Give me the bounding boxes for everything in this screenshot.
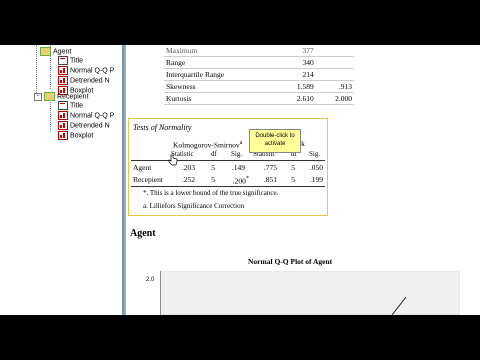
row-label-agent: Agent [133, 163, 152, 172]
output-contents: Maximum 377 Range 340 Interquartile Rang… [126, 45, 480, 315]
nav-label: Normal Q-Q P [70, 67, 115, 75]
tree-connector [50, 99, 51, 131]
col-header-df: df [211, 150, 217, 158]
ks-df: 5 [211, 175, 215, 184]
statistic-cell: 214 [277, 68, 316, 81]
ks-sig: .149 [231, 163, 245, 172]
normal-qq-plot[interactable] [160, 271, 460, 315]
nav-label: Title [70, 102, 83, 110]
sw-sig: .199 [309, 175, 323, 184]
nav-label: Recepient [57, 93, 89, 101]
row-label: Maximum [164, 45, 278, 57]
row-label: Interquartile Range [164, 68, 278, 81]
footnote-a: a. Lilliefors Significance Correction [143, 202, 245, 210]
title-icon [58, 56, 68, 65]
col-header-sig: Sig. [231, 150, 243, 158]
ks-sig-value: .200 [232, 176, 246, 186]
y-tick-label: 2.0 [146, 277, 155, 283]
spss-output-viewer: Agent Title Normal Q-Q P Detrended N Box… [0, 45, 480, 315]
activate-tooltip: Double-click to activate [249, 129, 301, 153]
nav-item-normal-qq[interactable]: Normal Q-Q P [58, 66, 114, 76]
table-row: Range 340 [164, 56, 354, 69]
nav-label: Boxplot [70, 132, 94, 140]
nav-label: Agent [53, 48, 72, 56]
output-navigator[interactable]: Agent Title Normal Q-Q P Detrended N Box… [0, 45, 124, 315]
sw-df: 5 [291, 163, 295, 172]
ks-statistic: .252 [181, 175, 195, 184]
std-error-cell [315, 56, 354, 69]
row-label: Range [164, 56, 278, 69]
ks-header: Kolmogorov-Smirnova [173, 139, 242, 150]
chart-icon [58, 131, 68, 140]
row-label-recepient: Recepient [133, 175, 163, 184]
statistic-cell: 340 [277, 56, 316, 69]
nav-item-normal-qq[interactable]: Normal Q-Q P [58, 111, 114, 121]
table-row: Maximum 377 [164, 45, 354, 57]
std-error-cell: 2.000 [315, 92, 354, 105]
col-header-sig: Sig. [309, 150, 321, 158]
footnote-star: *. This is a lower bound of the true sig… [143, 189, 279, 197]
nav-label: Detrended N [70, 122, 110, 130]
tests-of-normality-table[interactable]: Tests of Normality Kolmogorov-Smirnova i… [128, 118, 328, 216]
statistic-cell: 2.610 [277, 92, 316, 105]
table-row: Skewness 1.589 .913 [164, 80, 354, 93]
chart-icon [58, 121, 68, 130]
nav-item-boxplot[interactable]: Boxplot [58, 131, 93, 141]
table-row: Kurtosis 2.610 2.000 [164, 92, 354, 105]
sw-statistic: .775 [263, 163, 277, 172]
statistic-cell: 377 [277, 45, 316, 57]
table-title: Tests of Normality [133, 123, 192, 132]
folder-icon [40, 47, 51, 56]
hand-cursor-icon [168, 154, 178, 166]
chart-icon [58, 111, 68, 120]
ks-sig: .200* [223, 175, 249, 186]
std-error-cell [315, 45, 354, 57]
statistic-cell: 1.589 [277, 80, 316, 93]
nav-item-title[interactable]: Title [58, 56, 83, 66]
section-heading: Agent [130, 228, 156, 239]
table-rule [131, 186, 325, 187]
collapse-icon[interactable]: − [34, 92, 42, 101]
folder-icon [44, 92, 55, 101]
row-label: Skewness [164, 80, 278, 93]
ks-header-text: Kolmogorov-Smirnov [173, 140, 240, 150]
sw-statistic: .851 [263, 175, 277, 184]
plot-background [160, 271, 460, 315]
nav-label: Normal Q-Q P [70, 112, 115, 120]
sw-sig: .050 [309, 163, 323, 172]
row-label: Kurtosis [164, 92, 278, 105]
nav-item-detrended[interactable]: Detrended N [58, 76, 110, 86]
table-rule [131, 160, 325, 161]
chart-icon [58, 66, 68, 75]
chart-icon [58, 76, 68, 85]
ks-df: 5 [211, 163, 215, 172]
nav-label: Title [70, 57, 83, 65]
ks-sig-superscript: * [245, 175, 249, 182]
nav-item-detrended[interactable]: Detrended N [58, 121, 110, 131]
title-icon [58, 101, 68, 110]
descriptives-table[interactable]: Maximum 377 Range 340 Interquartile Rang… [164, 45, 354, 105]
nav-label: Detrended N [70, 77, 110, 85]
std-error-cell: .913 [315, 80, 354, 93]
nav-item-title[interactable]: Title [58, 101, 83, 111]
sw-df: 5 [291, 175, 295, 184]
ks-superscript: a [239, 139, 243, 146]
plot-title: Normal Q-Q Plot of Agent [248, 257, 333, 266]
table-row: Interquartile Range 214 [164, 68, 354, 81]
tree-connector [36, 45, 37, 93]
std-error-cell [315, 68, 354, 81]
